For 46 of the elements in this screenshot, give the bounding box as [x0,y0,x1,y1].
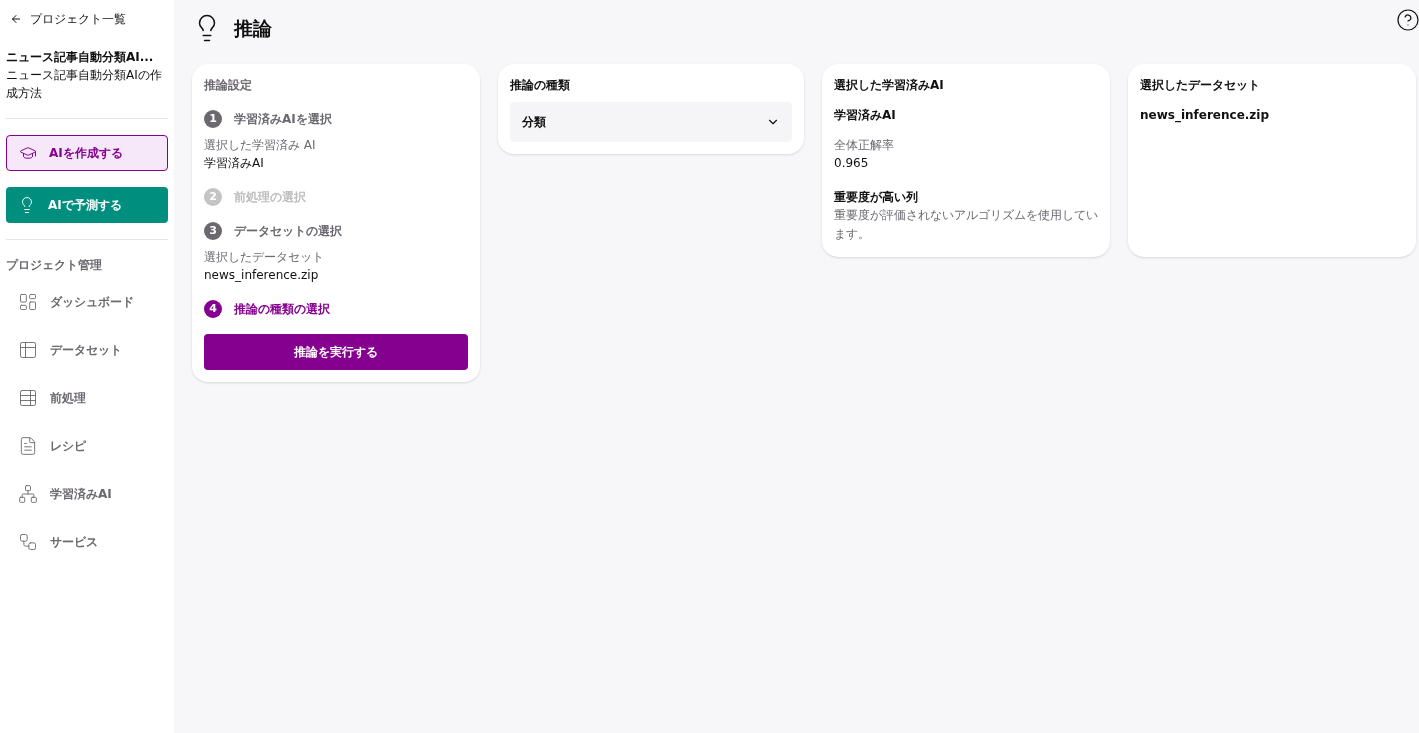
nav-item[interactable]: ダッシュボード [6,278,168,326]
step-number: 3 [204,222,222,240]
detail-label: 選択した学習済み AI [204,137,317,154]
columns-icon [18,292,38,312]
action-button[interactable]: AIで予測する [6,187,168,223]
nav-item[interactable]: レシピ [6,422,168,470]
help-icon[interactable] [1396,8,1419,32]
network-icon [18,484,38,504]
card-title: 選択したデータセット [1140,77,1261,94]
nav-item[interactable]: 学習済みAI [6,470,168,518]
accuracy-label: 全体正解率 [834,137,895,154]
model-name: 学習済みAI [834,107,897,124]
importance-text: 重要度が評価されないアルゴリズムを使用しています。 [834,207,1098,243]
step-number: 2 [204,188,222,206]
importance-title: 重要度が高い列 [834,189,919,206]
section-title: プロジェクト管理 [6,257,103,274]
detail-label: 選択したデータセット [204,249,325,266]
project-title: ニュース記事自動分類AI... [6,49,155,66]
dataset-name: news_inference.zip [1140,107,1271,124]
card-title: 選択した学習済みAI [834,77,945,94]
nav-item[interactable]: 前処理 [6,374,168,422]
nav-item[interactable]: データセット [6,326,168,374]
project-subtitle: ニュース記事自動分類AIの作成方法 [6,67,163,102]
table-icon [18,340,38,360]
detail-value: news_inference.zip [204,267,320,284]
page-title: 推論 [234,15,272,41]
back-arrow-icon [10,13,22,25]
run-inference-button[interactable]: 推論を実行する [204,334,468,370]
graduation-cap-icon [19,144,37,162]
table-icon [18,388,38,408]
card-title: 推論設定 [204,77,253,94]
step-label: 学習済みAIを選択 [234,111,332,128]
card-title: 推論の種類 [510,77,571,94]
accuracy-value: 0.965 [834,155,870,172]
step-label: データセットの選択 [234,223,342,240]
inference-type-select[interactable]: 分類 [510,102,792,142]
nav-item[interactable]: サービス [6,518,168,566]
step-label: 前処理の選択 [234,189,306,206]
step-label: 推論の種類の選択 [234,301,330,318]
network-icon [18,532,38,552]
step-number: 1 [204,110,222,128]
document-icon [18,436,38,456]
action-button[interactable]: AIを作成する [6,135,168,171]
back-link[interactable]: プロジェクト一覧 [6,10,168,28]
step-number: 4 [204,300,222,318]
detail-value: 学習済みAI [204,155,265,172]
